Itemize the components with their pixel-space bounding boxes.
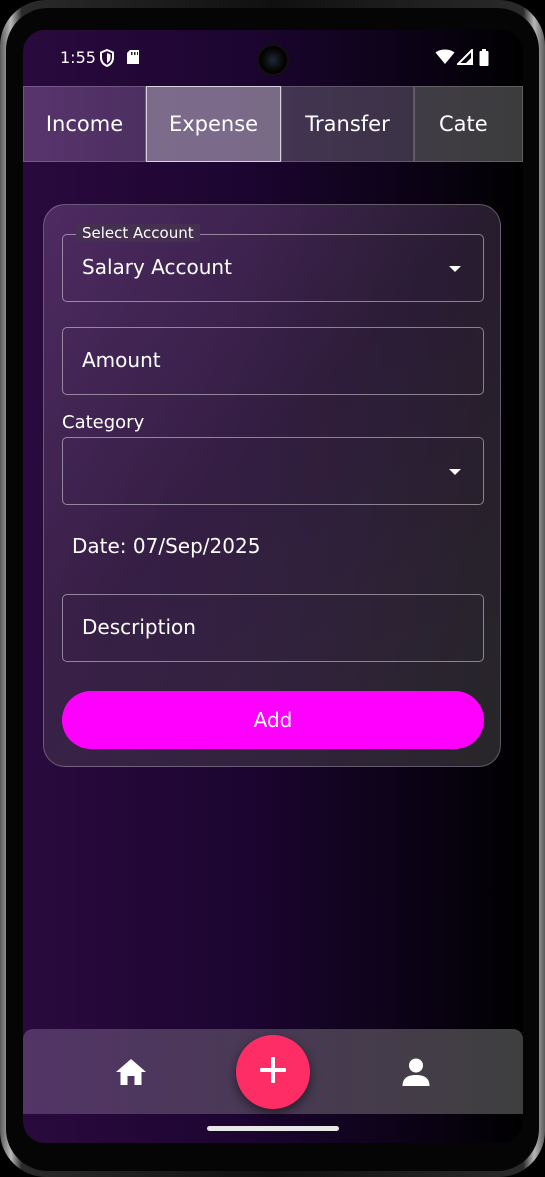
category-select[interactable]	[62, 437, 484, 505]
tab-expense-label: Expense	[168, 112, 259, 136]
tab-transfer[interactable]: Transfer	[281, 86, 414, 162]
status-time: 1:55	[60, 48, 96, 67]
home-icon[interactable]	[115, 1057, 147, 1087]
dropdown-arrow-icon	[449, 469, 461, 475]
add-button[interactable]: Add	[62, 691, 484, 749]
home-gesture-bar[interactable]	[207, 1126, 339, 1131]
tab-expense[interactable]: Expense	[146, 86, 281, 162]
account-select-value: Salary Account	[82, 255, 232, 279]
amount-field[interactable]: Amount	[62, 327, 484, 395]
tab-categories-label: Cate	[439, 112, 488, 136]
dropdown-arrow-icon	[449, 266, 461, 272]
battery-icon	[479, 49, 489, 70]
person-icon[interactable]	[401, 1057, 431, 1087]
add-transaction-fab[interactable]	[236, 1035, 310, 1109]
status-bar: 1:55	[23, 30, 523, 86]
shield-icon	[99, 48, 115, 71]
category-label: Category	[62, 412, 145, 433]
expense-form-card: Select Account Salary Account Amount Cat…	[43, 204, 501, 767]
sd-card-icon	[126, 49, 140, 69]
description-field[interactable]: Description	[62, 594, 484, 662]
description-placeholder: Description	[82, 615, 196, 639]
wifi-icon	[435, 49, 455, 69]
tab-transfer-label: Transfer	[305, 112, 390, 136]
tab-income-label: Income	[45, 112, 124, 136]
date-picker-text[interactable]: Date: 07/Sep/2025	[72, 534, 260, 558]
amount-placeholder: Amount	[82, 348, 161, 372]
tab-income[interactable]: Income	[23, 86, 146, 162]
plus-icon	[259, 1056, 287, 1088]
transaction-type-tabs: Income Expense Transfer Cate	[23, 86, 523, 164]
tab-categories[interactable]: Cate	[414, 86, 523, 162]
front-camera	[259, 46, 287, 74]
account-select[interactable]: Select Account Salary Account	[62, 224, 484, 302]
add-button-label: Add	[253, 708, 293, 732]
signal-icon	[455, 47, 473, 69]
account-select-legend: Select Account	[76, 224, 200, 242]
app-screen: 1:55 Income Expense Transfer Cate Select…	[23, 30, 523, 1143]
